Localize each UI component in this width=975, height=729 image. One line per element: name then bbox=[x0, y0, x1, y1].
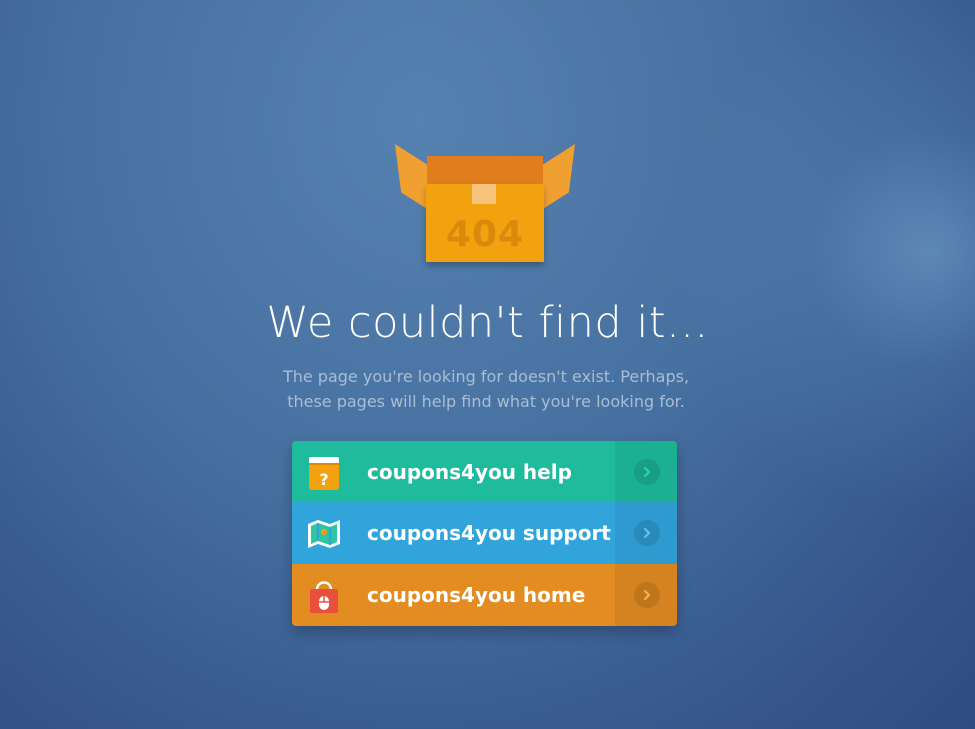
support-link[interactable]: coupons4you support bbox=[292, 502, 677, 564]
error-code: 404 bbox=[445, 214, 525, 255]
suggested-links: ? coupons4you help coupons4you support c… bbox=[292, 441, 677, 626]
page-description: The page you're looking for doesn't exis… bbox=[260, 364, 712, 414]
help-book-icon: ? bbox=[306, 455, 342, 491]
box-tape bbox=[472, 184, 496, 204]
home-link[interactable]: coupons4you home bbox=[292, 564, 677, 626]
svg-text:?: ? bbox=[319, 470, 328, 489]
empty-box-illustration: 404 bbox=[385, 132, 585, 272]
help-link[interactable]: ? coupons4you help bbox=[292, 441, 677, 502]
description-line-2: these pages will help find what you're l… bbox=[287, 392, 685, 411]
chevron-right-icon bbox=[634, 582, 660, 608]
map-icon bbox=[306, 516, 342, 552]
description-line-1: The page you're looking for doesn't exis… bbox=[282, 367, 690, 386]
shopping-bag-icon bbox=[306, 578, 342, 614]
help-arrow-zone bbox=[615, 441, 677, 502]
page-title: We couldn't find it... bbox=[266, 298, 709, 348]
support-link-label: coupons4you support bbox=[367, 521, 611, 545]
home-link-label: coupons4you home bbox=[367, 583, 586, 607]
support-arrow-zone bbox=[615, 502, 677, 564]
help-link-label: coupons4you help bbox=[367, 459, 572, 484]
chevron-right-icon bbox=[634, 520, 660, 546]
chevron-right-icon bbox=[634, 458, 660, 485]
home-arrow-zone bbox=[615, 564, 677, 626]
